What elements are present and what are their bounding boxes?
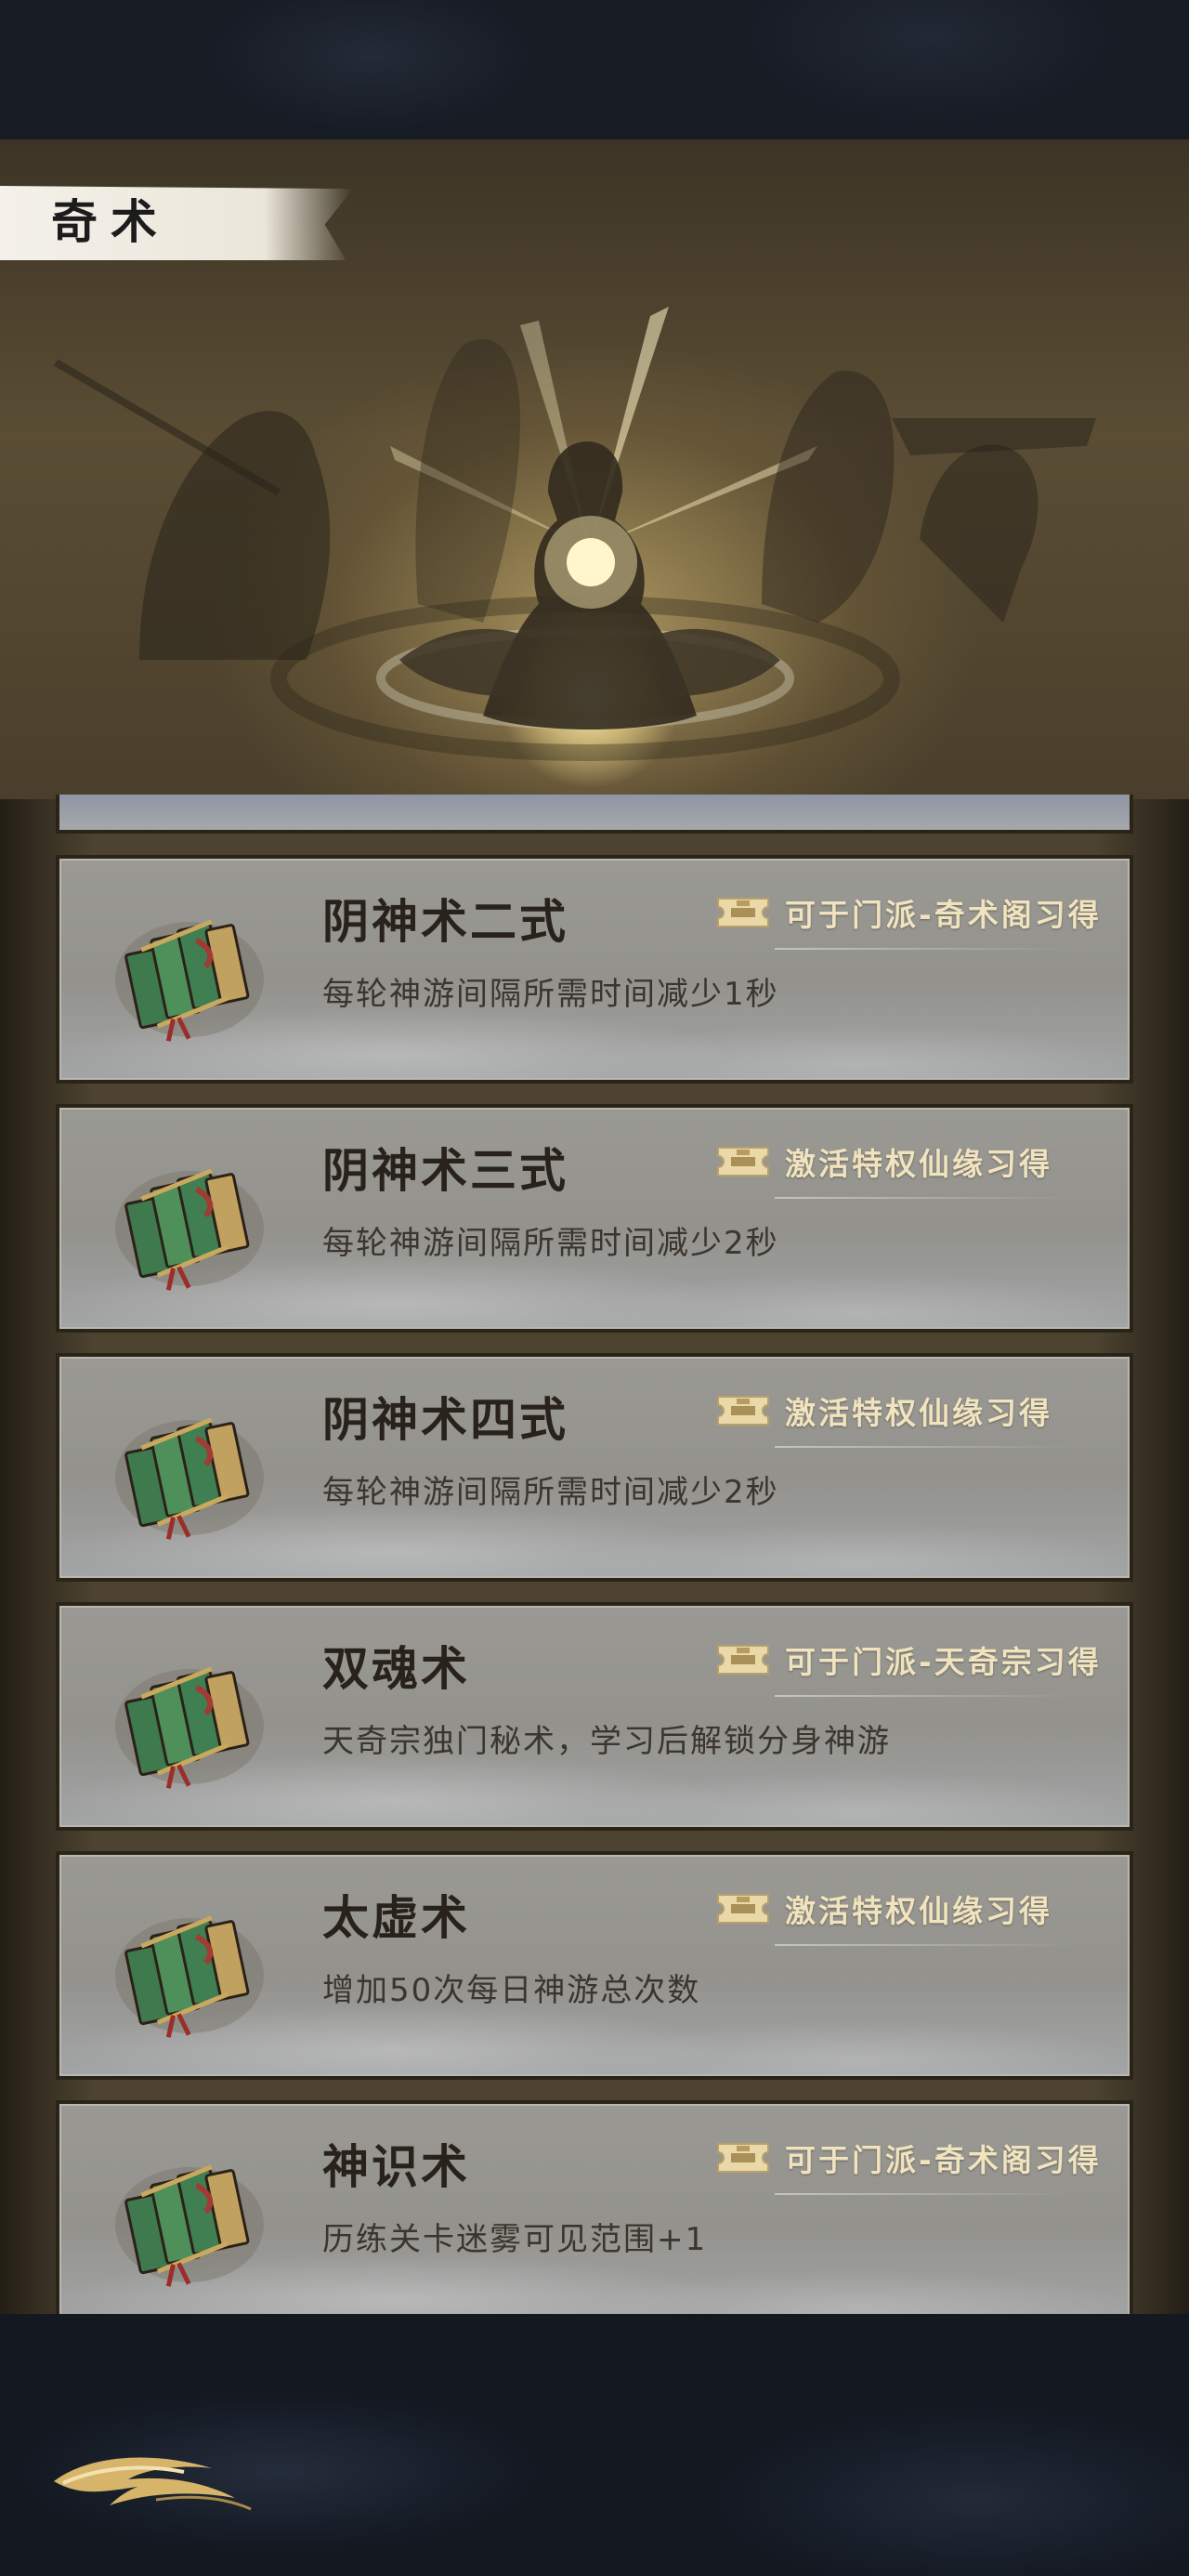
scroll-book-icon	[111, 2150, 268, 2290]
skill-name: 太虚术	[322, 1890, 470, 1945]
skill-card-4[interactable]: 双魂术 天奇宗独门秘术，学习后解锁分身神游 可于门派-天奇宗习得	[56, 1602, 1133, 1831]
scroll-book-icon	[111, 1652, 268, 1792]
skill-name: 阴神术二式	[322, 894, 568, 949]
skill-card-2[interactable]: 阴神术三式 每轮神游间隔所需时间减少2秒 激活特权仙缘习得	[56, 1104, 1133, 1333]
skill-description: 天奇宗独门秘术，学习后解锁分身神游	[322, 1723, 891, 1760]
skill-card-5[interactable]: 太虚术 增加50次每日神游总次数 激活特权仙缘习得	[56, 1851, 1133, 2080]
source-text: 可于门派-奇术阁习得	[785, 897, 1102, 933]
source-text: 激活特权仙缘习得	[785, 1146, 1052, 1182]
skill-card-1[interactable]: 阴神术二式 每轮神游间隔所需时间减少1秒 可于门派-奇术阁习得	[56, 855, 1133, 1084]
skill-source: 激活特权仙缘习得	[714, 1885, 1052, 1933]
source-divider	[775, 1944, 1072, 1946]
source-divider	[775, 2193, 1072, 2195]
scroll-book-icon	[111, 905, 268, 1045]
page-title: 奇术	[51, 194, 170, 249]
ticket-icon	[717, 898, 769, 927]
ticket-icon	[717, 1645, 769, 1675]
list-item-partial	[56, 795, 1133, 834]
skill-list[interactable]: 阴神术二式 每轮神游间隔所需时间减少1秒 可于门派-奇术阁习得 阴神术三式 每轮…	[51, 795, 1138, 2314]
top-cloud-band	[0, 0, 1189, 141]
ticket-icon	[717, 1147, 769, 1176]
skill-source: 可于门派-奇术阁习得	[714, 2134, 1102, 2182]
skill-description: 每轮神游间隔所需时间减少2秒	[322, 1225, 779, 1262]
skill-description: 每轮神游间隔所需时间减少1秒	[322, 976, 779, 1013]
skill-name: 阴神术三式	[322, 1143, 568, 1198]
source-divider	[775, 1695, 1072, 1697]
skill-description: 增加50次每日神游总次数	[322, 1972, 701, 2009]
skill-name: 双魂术	[322, 1641, 470, 1696]
skill-card-3[interactable]: 阴神术四式 每轮神游间隔所需时间减少2秒 激活特权仙缘习得	[56, 1353, 1133, 1582]
ink-swirl-back-icon[interactable]	[45, 2444, 258, 2518]
scroll-book-icon	[111, 1403, 268, 1543]
skill-card-6[interactable]: 神识术 历练关卡迷雾可见范围+1 可于门派-奇术阁习得	[56, 2100, 1133, 2314]
scroll-book-icon	[111, 1901, 268, 2041]
source-text: 激活特权仙缘习得	[785, 1893, 1052, 1929]
skill-name: 阴神术四式	[322, 1392, 568, 1447]
scroll-book-icon	[111, 1154, 268, 1294]
source-text: 可于门派-奇术阁习得	[785, 2142, 1102, 2178]
skill-source: 激活特权仙缘习得	[714, 1387, 1052, 1435]
ticket-icon	[717, 1396, 769, 1426]
skill-name: 神识术	[322, 2139, 470, 2194]
source-text: 激活特权仙缘习得	[785, 1395, 1052, 1431]
source-divider	[775, 1197, 1072, 1199]
source-divider	[775, 948, 1072, 950]
skill-source: 可于门派-奇术阁习得	[714, 888, 1102, 937]
skill-source: 可于门派-天奇宗习得	[714, 1636, 1102, 1684]
skill-source: 激活特权仙缘习得	[714, 1137, 1052, 1186]
ticket-icon	[717, 2143, 769, 2173]
skill-description: 每轮神游间隔所需时间减少2秒	[322, 1474, 779, 1511]
ticket-icon	[717, 1894, 769, 1924]
source-divider	[775, 1446, 1072, 1448]
skill-description: 历练关卡迷雾可见范围+1	[322, 2221, 708, 2258]
source-text: 可于门派-天奇宗习得	[785, 1644, 1102, 1680]
